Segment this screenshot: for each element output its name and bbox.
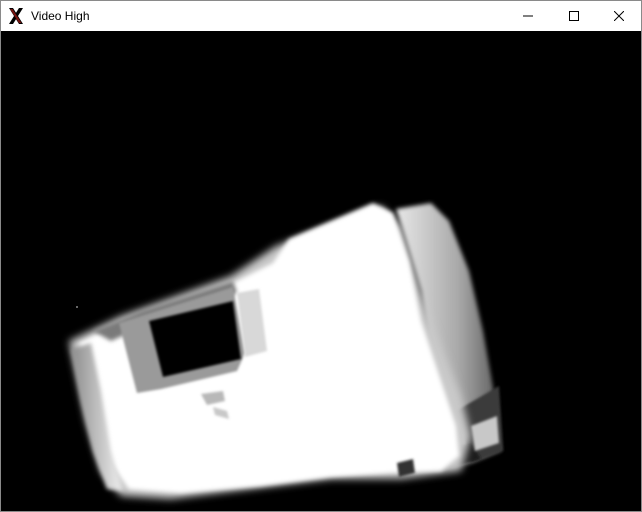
minimize-icon (523, 11, 533, 21)
title-bar[interactable]: Video High (1, 1, 641, 31)
close-icon (614, 11, 624, 21)
x-app-icon (7, 7, 25, 25)
app-window: Video High (0, 0, 642, 512)
video-frame (1, 31, 641, 511)
window-title: Video High (31, 9, 90, 23)
camera-image (1, 31, 641, 511)
maximize-icon (569, 11, 579, 21)
minimize-button[interactable] (505, 1, 551, 31)
maximize-button[interactable] (551, 1, 597, 31)
close-button[interactable] (596, 1, 641, 31)
